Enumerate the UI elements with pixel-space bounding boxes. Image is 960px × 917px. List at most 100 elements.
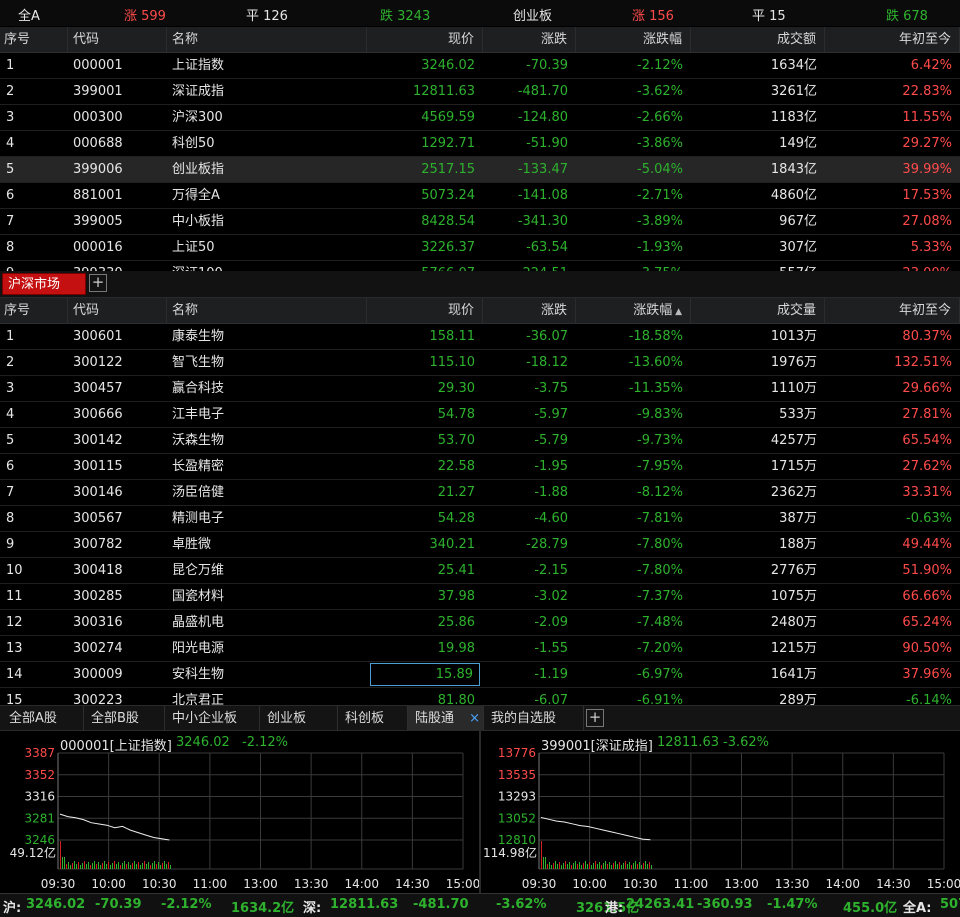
- volume-bar: [555, 861, 556, 869]
- table-row[interactable]: 11 300285 国瓷材料 37.98 -3.02 -7.37% 1075万 66.66%: [0, 584, 960, 610]
- table-row[interactable]: 7 399005 中小板指 8428.54 -341.30 -3.89% 967亿 27.08…: [0, 209, 960, 235]
- column-header[interactable]: 序号: [0, 27, 68, 52]
- table-cell: 37.98: [437, 589, 475, 604]
- table-row[interactable]: 6 881001 万得全A 5073.24 -141.08 -2.71% 4860亿 17.5…: [0, 183, 960, 209]
- table-cell: 13: [6, 641, 23, 656]
- volume-bar: [565, 861, 566, 869]
- volume-bar: [575, 861, 576, 869]
- column-header[interactable]: 现价: [367, 27, 483, 52]
- table-cell: -13.60%: [628, 355, 683, 370]
- table-cell: 300115: [73, 459, 123, 474]
- column-header[interactable]: 年初至今: [825, 298, 960, 323]
- table-cell: 精测电子: [172, 511, 225, 526]
- table-cell: 557亿: [691, 261, 825, 271]
- table-row[interactable]: 9 300782 卓胜微 340.21 -28.79 -7.80% 188万 49.44%: [0, 532, 960, 558]
- volume-bar: [545, 857, 546, 869]
- volume-bar: [136, 864, 137, 869]
- sz-index-chart[interactable]: 399001[深证成指] 12811.63 -3.62% 13776 13535 1329…: [481, 731, 960, 893]
- table-row[interactable]: 4 300666 江丰电子 54.78 -5.97 -9.83% 533万 27.81%: [0, 402, 960, 428]
- volume-bar: [583, 863, 584, 869]
- table-row[interactable]: 10 300418 昆仑万维 25.41 -2.15 -7.80% 2776万 51.90%: [0, 558, 960, 584]
- table-cell: 300146: [73, 485, 123, 500]
- table-cell: 23.00%: [825, 261, 960, 271]
- column-header[interactable]: 代码: [68, 298, 167, 323]
- index-table[interactable]: 序号 代码 名称 现价 涨跌 涨跌幅 成交额 年初至今 1 000001 上证指数 3246.02 -7…: [0, 27, 960, 271]
- table-cell: 300782: [73, 537, 123, 552]
- table-cell: 22.83%: [902, 84, 952, 99]
- bottom-tab[interactable]: 科创板: [338, 706, 408, 731]
- bottom-tab[interactable]: 全部A股: [2, 706, 84, 731]
- table-cell: -5.97: [534, 407, 568, 422]
- table-cell: 300009: [73, 667, 123, 682]
- volume-bar: [649, 862, 650, 869]
- table-cell: -2.09: [534, 615, 568, 630]
- bottom-tab[interactable]: 创业板: [260, 706, 338, 731]
- table-row[interactable]: 7 300146 汤臣倍健 21.27 -1.88 -8.12% 2362万 33.31%: [0, 480, 960, 506]
- column-header[interactable]: 名称: [167, 298, 367, 323]
- add-tab-icon[interactable]: +: [586, 709, 604, 727]
- tab-shenzhen-shanghai-market[interactable]: 沪深市场: [2, 273, 86, 295]
- table-cell: -70.39: [526, 58, 568, 73]
- column-header[interactable]: 现价: [367, 298, 483, 323]
- bottom-tab[interactable]: 全部B股: [84, 706, 165, 731]
- column-header[interactable]: 年初至今: [825, 27, 960, 52]
- table-cell: 307亿: [779, 240, 817, 255]
- bottom-tab[interactable]: 我的自选股: [484, 706, 584, 731]
- column-header[interactable]: 成交量: [691, 298, 825, 323]
- column-header[interactable]: 成交额: [691, 27, 825, 52]
- table-cell: -7.20%: [637, 641, 683, 656]
- table-row[interactable]: 9399330深证1005766.07-224.51-3.75%557亿23.0…: [0, 261, 960, 271]
- volume-bar: [106, 864, 107, 869]
- x-tick-label: 13:30: [294, 877, 329, 891]
- table-row[interactable]: 6 300115 长盈精密 22.58 -1.95 -7.95% 1715万 27.62%: [0, 454, 960, 480]
- table-cell: -341.30: [517, 214, 568, 229]
- ticker-item: 3246.02: [26, 897, 86, 912]
- table-row[interactable]: 12 300316 晶盛机电 25.86 -2.09 -7.48% 2480万 65.24%: [0, 610, 960, 636]
- table-row[interactable]: 1 000001 上证指数 3246.02 -70.39 -2.12% 1634亿 6.42%: [0, 53, 960, 79]
- column-header[interactable]: 代码: [68, 27, 167, 52]
- table-row[interactable]: 14 300009 安科生物 15.89 -1.19 -6.97% 1641万 37.96%: [0, 662, 960, 688]
- column-header[interactable]: 涨跌幅 ▲: [576, 298, 691, 323]
- table-cell: -7.37%: [637, 589, 683, 604]
- volume-bar: [647, 864, 648, 869]
- table-row[interactable]: 3 000300 沪深300 4569.59 -124.80 -2.66% 1183亿 11.…: [0, 105, 960, 131]
- table-cell: 27.62%: [902, 459, 952, 474]
- y-tick-label: 13293: [498, 790, 536, 804]
- column-header[interactable]: 涨跌: [483, 298, 576, 323]
- table-row[interactable]: 3 300457 赢合科技 29.30 -3.75 -11.35% 1110万 29.66%: [0, 376, 960, 402]
- column-header[interactable]: 涨跌: [483, 27, 576, 52]
- volume-bar: [148, 862, 149, 869]
- x-tick-label: 14:00: [825, 877, 860, 891]
- table-cell: -0.63%: [906, 511, 952, 526]
- table-cell: -8.12%: [637, 485, 683, 500]
- table-row[interactable]: 2 300122 智飞生物 115.10 -18.12 -13.60% 1976万 132.5…: [0, 350, 960, 376]
- table-cell: 54.78: [437, 407, 475, 422]
- x-tick-label: 10:30: [142, 877, 177, 891]
- table-cell: -2.12%: [637, 58, 683, 73]
- table-row[interactable]: 8 300567 精测电子 54.28 -4.60 -7.81% 387万 -0.63%: [0, 506, 960, 532]
- close-tab-icon[interactable]: ×: [469, 706, 480, 731]
- table-cell: 1292.71: [421, 136, 475, 151]
- volume-bar: [607, 864, 608, 869]
- table-cell: 300142: [73, 433, 123, 448]
- table-row[interactable]: 4 000688 科创50 1292.71 -51.90 -3.86% 149亿 29.27%: [0, 131, 960, 157]
- ticker-item: 全A:: [903, 901, 932, 916]
- table-row[interactable]: 15 300223 北京君正 81.80 -6.07 -6.91% 289万 -6.14%: [0, 688, 960, 705]
- table-row[interactable]: 13 300274 阳光电源 19.98 -1.55 -7.20% 1215万 90.50%: [0, 636, 960, 662]
- table-row[interactable]: 1 300601 康泰生物 158.11 -36.07 -18.58% 1013万 80.37…: [0, 324, 960, 350]
- column-header[interactable]: 涨跌幅: [576, 27, 691, 52]
- column-header[interactable]: 序号: [0, 298, 68, 323]
- bottom-tab[interactable]: 中小企业板: [165, 706, 260, 731]
- table-row[interactable]: 2 399001 深证成指 12811.63 -481.70 -3.62% 3261亿 22.…: [0, 79, 960, 105]
- add-tab-icon[interactable]: +: [89, 274, 107, 292]
- volume-bar: [168, 862, 169, 869]
- table-row[interactable]: 5 399006 创业板指 2517.15 -133.47 -5.04% 1843亿 39.9…: [0, 157, 960, 183]
- table-cell: 27.08%: [902, 214, 952, 229]
- sh-index-chart[interactable]: 000001[上证指数] 3246.02 -2.12% 3387 3352 3316 328…: [0, 731, 479, 893]
- table-cell: 4257万: [770, 433, 817, 448]
- column-header[interactable]: 名称: [167, 27, 367, 52]
- stock-table[interactable]: 序号 代码 名称 现价 涨跌 涨跌幅 ▲ 成交量 年初至今 1 300601 康泰生物 158.11 -…: [0, 298, 960, 705]
- table-row[interactable]: 8 000016 上证50 3226.37 -63.54 -1.93% 307亿 5.33%: [0, 235, 960, 261]
- table-row[interactable]: 5 300142 沃森生物 53.70 -5.79 -9.73% 4257万 65.54%: [0, 428, 960, 454]
- bottom-tab[interactable]: 陆股通 ×: [408, 706, 484, 731]
